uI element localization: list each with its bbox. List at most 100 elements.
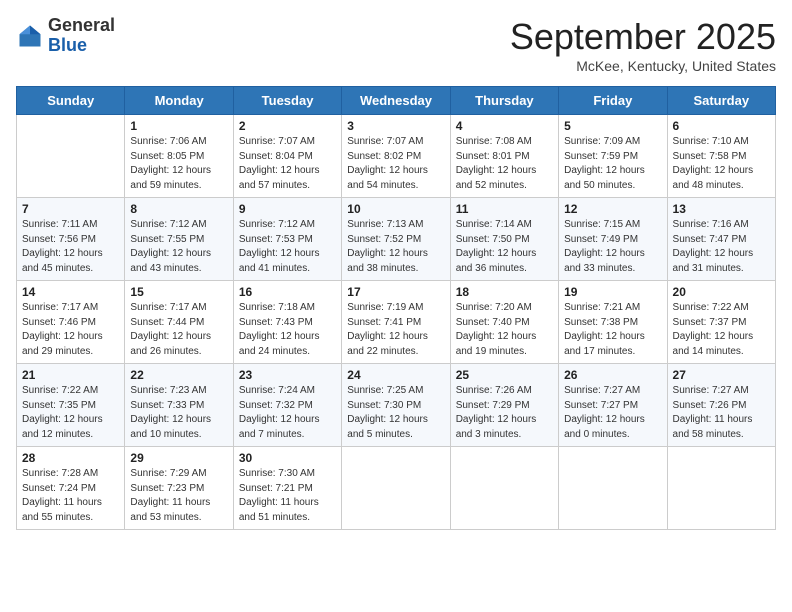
weekday-header-row: SundayMondayTuesdayWednesdayThursdayFrid… [17, 87, 776, 115]
day-info: Sunrise: 7:09 AMSunset: 7:59 PMDaylight:… [564, 135, 661, 193]
day-number: 16 [239, 285, 336, 299]
calendar-cell: 25Sunrise: 7:26 AMSunset: 7:29 PMDayligh… [450, 364, 558, 447]
logo-icon [16, 22, 44, 50]
day-info: Sunrise: 7:16 AMSunset: 7:47 PMDaylight:… [673, 218, 770, 276]
calendar-cell: 6 Sunrise: 7:10 AMSunset: 7:58 PMDaylight… [667, 115, 775, 198]
day-number: 13 [673, 202, 770, 216]
calendar-week-row: 28 Sunrise: 7:28 AMSunset: 7:24 PMDayligh… [17, 447, 776, 530]
day-info: Sunrise: 7:25 AMSunset: 7:30 PMDaylight:… [347, 384, 444, 442]
day-number: 21 [22, 368, 119, 382]
month-title: September 2025 [510, 16, 776, 58]
day-number: 2 [239, 119, 336, 133]
day-info: Sunrise: 7:06 AMSunset: 8:05 PMDaylight:… [130, 135, 227, 193]
calendar-cell: 7 Sunrise: 7:11 AMSunset: 7:56 PMDaylight… [17, 198, 125, 281]
calendar-cell: 10 Sunrise: 7:13 AMSunset: 7:52 PMDayligh… [342, 198, 450, 281]
title-block: September 2025 McKee, Kentucky, United S… [510, 16, 776, 74]
day-info: Sunrise: 7:14 AMSunset: 7:50 PMDaylight:… [456, 218, 553, 276]
day-number: 1 [130, 119, 227, 133]
calendar-cell: 13 Sunrise: 7:16 AMSunset: 7:47 PMDayligh… [667, 198, 775, 281]
day-info: Sunrise: 7:21 AMSunset: 7:38 PMDaylight:… [564, 301, 661, 359]
calendar-cell: 27 Sunrise: 7:27 AMSunset: 7:26 PMDayligh… [667, 364, 775, 447]
calendar-cell: 8 Sunrise: 7:12 AMSunset: 7:55 PMDaylight… [125, 198, 233, 281]
calendar-cell [342, 447, 450, 530]
calendar-cell: 2 Sunrise: 7:07 AMSunset: 8:04 PMDaylight… [233, 115, 341, 198]
day-info: Sunrise: 7:24 AMSunset: 7:32 PMDaylight:… [239, 384, 336, 442]
day-number: 28 [22, 451, 119, 465]
calendar-cell: 12Sunrise: 7:15 AMSunset: 7:49 PMDayligh… [559, 198, 667, 281]
day-info: Sunrise: 7:11 AMSunset: 7:56 PMDaylight:… [22, 218, 119, 276]
day-info: Sunrise: 7:20 AMSunset: 7:40 PMDaylight:… [456, 301, 553, 359]
day-number: 6 [673, 119, 770, 133]
calendar-cell [667, 447, 775, 530]
weekday-header: Tuesday [233, 87, 341, 115]
day-number: 10 [347, 202, 444, 216]
day-info: Sunrise: 7:23 AMSunset: 7:33 PMDaylight:… [130, 384, 227, 442]
day-number: 18 [456, 285, 553, 299]
calendar: SundayMondayTuesdayWednesdayThursdayFrid… [16, 86, 776, 530]
day-info: Sunrise: 7:27 AMSunset: 7:26 PMDaylight:… [673, 384, 770, 442]
calendar-cell [450, 447, 558, 530]
calendar-cell: 5 Sunrise: 7:09 AMSunset: 7:59 PMDaylight… [559, 115, 667, 198]
day-info: Sunrise: 7:19 AMSunset: 7:41 PMDaylight:… [347, 301, 444, 359]
day-info: Sunrise: 7:28 AMSunset: 7:24 PMDaylight:… [22, 467, 119, 525]
calendar-cell: 18 Sunrise: 7:20 AMSunset: 7:40 PMDayligh… [450, 281, 558, 364]
day-info: Sunrise: 7:22 AMSunset: 7:35 PMDaylight:… [22, 384, 119, 442]
day-number: 12 [564, 202, 661, 216]
calendar-week-row: 7 Sunrise: 7:11 AMSunset: 7:56 PMDaylight… [17, 198, 776, 281]
calendar-cell: 26Sunrise: 7:27 AMSunset: 7:27 PMDayligh… [559, 364, 667, 447]
day-number: 17 [347, 285, 444, 299]
day-number: 8 [130, 202, 227, 216]
calendar-cell: 23 Sunrise: 7:24 AMSunset: 7:32 PMDayligh… [233, 364, 341, 447]
calendar-cell: 20Sunrise: 7:22 AMSunset: 7:37 PMDayligh… [667, 281, 775, 364]
calendar-cell: 17 Sunrise: 7:19 AMSunset: 7:41 PMDayligh… [342, 281, 450, 364]
calendar-cell: 30 Sunrise: 7:30 AMSunset: 7:21 PMDayligh… [233, 447, 341, 530]
weekday-header: Monday [125, 87, 233, 115]
calendar-cell: 3Sunrise: 7:07 AMSunset: 8:02 PMDaylight… [342, 115, 450, 198]
day-number: 7 [22, 202, 119, 216]
day-info: Sunrise: 7:08 AMSunset: 8:01 PMDaylight:… [456, 135, 553, 193]
calendar-cell: 1 Sunrise: 7:06 AMSunset: 8:05 PMDaylight… [125, 115, 233, 198]
day-number: 22 [130, 368, 227, 382]
day-info: Sunrise: 7:30 AMSunset: 7:21 PMDaylight:… [239, 467, 336, 525]
day-number: 14 [22, 285, 119, 299]
day-number: 9 [239, 202, 336, 216]
calendar-cell: 4 Sunrise: 7:08 AMSunset: 8:01 PMDaylight… [450, 115, 558, 198]
day-info: Sunrise: 7:07 AMSunset: 8:02 PMDaylight:… [347, 135, 444, 193]
calendar-cell: 11 Sunrise: 7:14 AMSunset: 7:50 PMDayligh… [450, 198, 558, 281]
day-number: 27 [673, 368, 770, 382]
day-info: Sunrise: 7:10 AMSunset: 7:58 PMDaylight:… [673, 135, 770, 193]
calendar-cell: 19 Sunrise: 7:21 AMSunset: 7:38 PMDayligh… [559, 281, 667, 364]
day-number: 4 [456, 119, 553, 133]
day-number: 26 [564, 368, 661, 382]
calendar-cell: 16 Sunrise: 7:18 AMSunset: 7:43 PMDayligh… [233, 281, 341, 364]
day-info: Sunrise: 7:17 AMSunset: 7:44 PMDaylight:… [130, 301, 227, 359]
day-info: Sunrise: 7:29 AMSunset: 7:23 PMDaylight:… [130, 467, 227, 525]
day-number: 24 [347, 368, 444, 382]
weekday-header: Sunday [17, 87, 125, 115]
calendar-cell: 14Sunrise: 7:17 AMSunset: 7:46 PMDayligh… [17, 281, 125, 364]
calendar-cell [17, 115, 125, 198]
day-number: 23 [239, 368, 336, 382]
logo-blue: Blue [48, 35, 87, 55]
day-number: 19 [564, 285, 661, 299]
calendar-cell: 9Sunrise: 7:12 AMSunset: 7:53 PMDaylight… [233, 198, 341, 281]
day-info: Sunrise: 7:13 AMSunset: 7:52 PMDaylight:… [347, 218, 444, 276]
day-info: Sunrise: 7:12 AMSunset: 7:55 PMDaylight:… [130, 218, 227, 276]
day-number: 5 [564, 119, 661, 133]
calendar-cell: 29 Sunrise: 7:29 AMSunset: 7:23 PMDayligh… [125, 447, 233, 530]
calendar-week-row: 14Sunrise: 7:17 AMSunset: 7:46 PMDayligh… [17, 281, 776, 364]
calendar-cell [559, 447, 667, 530]
day-number: 20 [673, 285, 770, 299]
location: McKee, Kentucky, United States [510, 58, 776, 74]
calendar-week-row: 1 Sunrise: 7:06 AMSunset: 8:05 PMDaylight… [17, 115, 776, 198]
logo-text: General Blue [48, 16, 115, 56]
day-info: Sunrise: 7:18 AMSunset: 7:43 PMDaylight:… [239, 301, 336, 359]
day-number: 11 [456, 202, 553, 216]
calendar-cell: 22 Sunrise: 7:23 AMSunset: 7:33 PMDayligh… [125, 364, 233, 447]
day-info: Sunrise: 7:07 AMSunset: 8:04 PMDaylight:… [239, 135, 336, 193]
day-number: 30 [239, 451, 336, 465]
weekday-header: Saturday [667, 87, 775, 115]
calendar-cell: 15Sunrise: 7:17 AMSunset: 7:44 PMDayligh… [125, 281, 233, 364]
day-number: 29 [130, 451, 227, 465]
page-header: General Blue September 2025 McKee, Kentu… [16, 16, 776, 74]
